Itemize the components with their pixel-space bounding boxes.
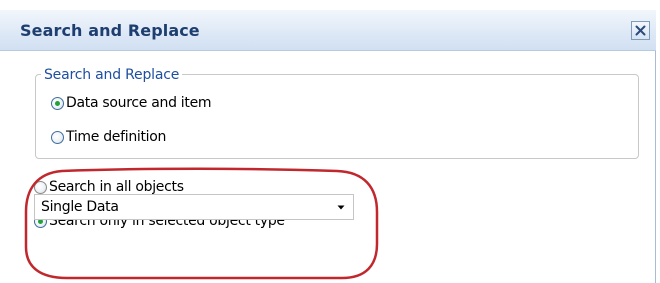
dropdown-value: Single Data bbox=[41, 199, 119, 215]
radio-button[interactable] bbox=[51, 130, 64, 144]
radio-label: Time definition bbox=[66, 129, 167, 145]
dialog-body: Search and Replace Data source and item … bbox=[0, 51, 656, 283]
radio-label: Search in all objects bbox=[49, 179, 184, 195]
groupbox-legend: Search and Replace bbox=[41, 67, 183, 83]
radio-time-definition[interactable]: Time definition bbox=[51, 127, 166, 147]
dropdown-arrow-icon[interactable] bbox=[333, 199, 349, 215]
radio-label: Data source and item bbox=[66, 95, 212, 111]
close-button[interactable] bbox=[631, 21, 650, 40]
radio-button-checked[interactable] bbox=[51, 96, 64, 110]
close-icon bbox=[635, 25, 646, 36]
search-replace-dialog: Search and Replace Search and Replace Da… bbox=[0, 0, 660, 283]
window-title: Search and Replace bbox=[20, 21, 200, 40]
object-type-dropdown[interactable]: Single Data bbox=[34, 194, 354, 220]
radio-data-source-and-item[interactable]: Data source and item bbox=[51, 93, 212, 113]
radio-button[interactable] bbox=[34, 180, 47, 194]
title-bar: Search and Replace bbox=[0, 10, 656, 51]
